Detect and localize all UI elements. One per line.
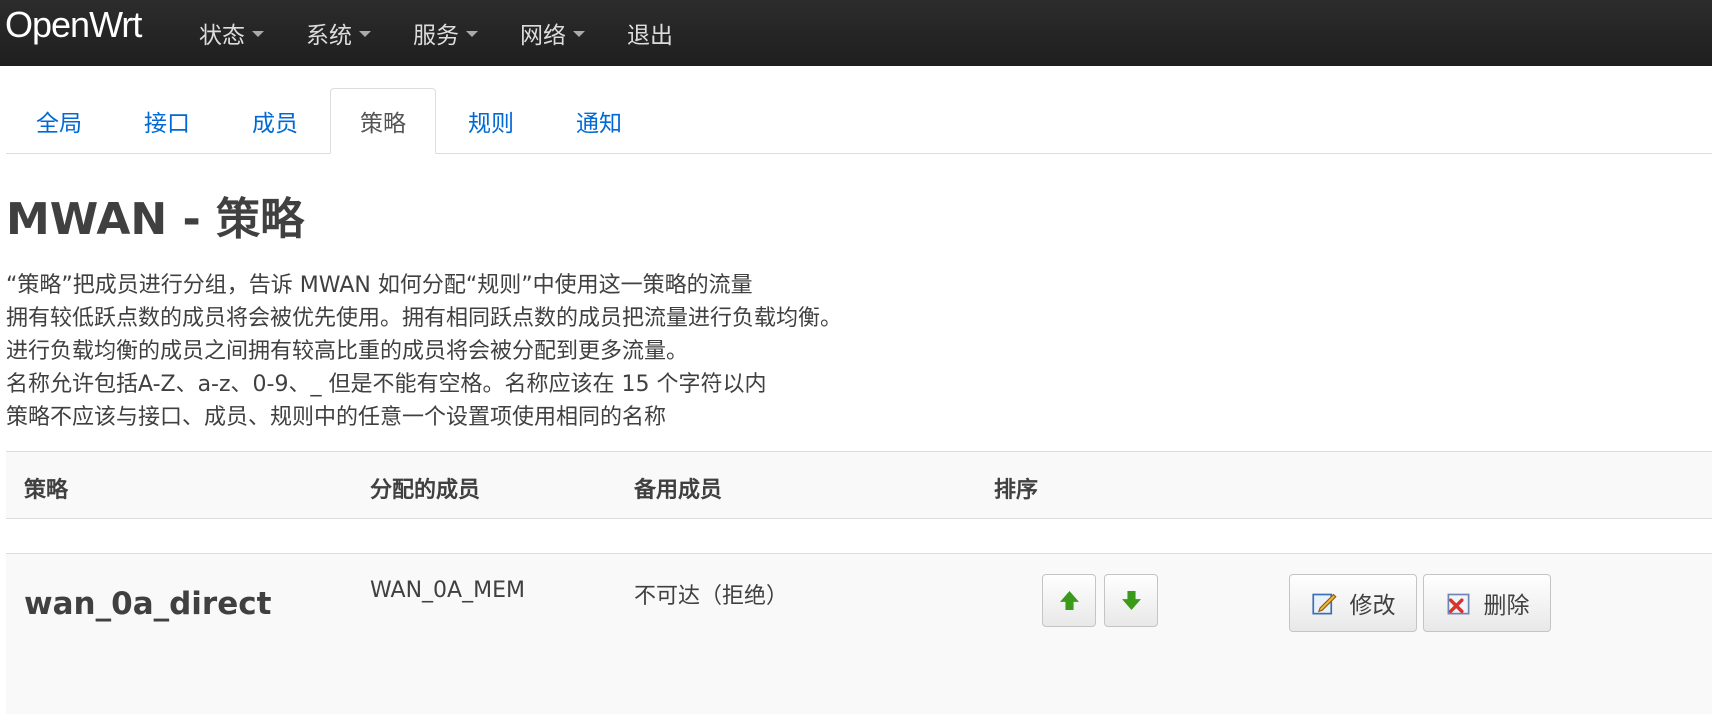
menu-status-label: 状态	[199, 23, 245, 49]
menu-logout-label: 退出	[627, 23, 673, 49]
description-line: 拥有较低跃点数的成员将会被优先使用。拥有相同跃点数的成员把流量进行负载均衡。	[6, 306, 843, 331]
caret-down-icon	[359, 31, 371, 37]
edit-button[interactable]: 修改	[1289, 574, 1417, 632]
fallback-members: 不可达（拒绝）	[634, 584, 789, 609]
mwan-tabs: 全局 接口 成员 策略 规则 通知	[6, 88, 1712, 154]
menu-network[interactable]: 网络	[520, 16, 585, 50]
move-up-button[interactable]	[1042, 574, 1096, 627]
main-menu: 状态 系统 服务 网络 退出	[199, 0, 715, 66]
assigned-members: WAN_0A_MEM	[370, 578, 525, 603]
menu-network-label: 网络	[520, 23, 566, 49]
policy-name: wan_0a_direct	[24, 586, 272, 622]
tab-interfaces[interactable]: 接口	[114, 89, 220, 153]
menu-services[interactable]: 服务	[413, 16, 478, 50]
description-line: 名称允许包括A-Z、a-z、0-9、_ 但是不能有空格。名称应该在 15 个字符…	[6, 372, 767, 397]
edit-icon	[1311, 593, 1337, 614]
caret-down-icon	[466, 31, 478, 37]
edit-button-label: 修改	[1349, 593, 1396, 619]
column-header-assigned-members: 分配的成员	[370, 478, 481, 503]
column-header-policy: 策略	[24, 478, 69, 503]
brand-logo[interactable]: OpenWrt	[5, 4, 142, 46]
move-down-button[interactable]	[1104, 574, 1158, 627]
menu-system-label: 系统	[306, 23, 352, 49]
policy-table-header: 策略 分配的成员 备用成员 排序	[6, 451, 1712, 519]
arrow-up-icon	[1059, 591, 1079, 610]
tab-policies[interactable]: 策略	[330, 88, 436, 154]
page-title: MWAN - 策略	[6, 194, 305, 245]
tab-notifications[interactable]: 通知	[546, 89, 652, 153]
menu-status[interactable]: 状态	[199, 16, 264, 50]
tab-rules[interactable]: 规则	[438, 89, 544, 153]
menu-logout[interactable]: 退出	[627, 16, 673, 50]
delete-icon	[1447, 593, 1469, 614]
delete-button-label: 删除	[1483, 593, 1530, 619]
description-line: 进行负载均衡的成员之间拥有较高比重的成员将会被分配到更多流量。	[6, 339, 689, 364]
page-description: “策略”把成员进行分组，告诉 MWAN 如何分配“规则”中使用这一策略的流量 拥…	[6, 269, 842, 434]
column-header-sort: 排序	[994, 478, 1039, 503]
top-navbar: OpenWrt 状态 系统 服务 网络 退出	[0, 0, 1712, 66]
menu-system[interactable]: 系统	[306, 16, 371, 50]
description-line: 策略不应该与接口、成员、规则中的任意一个设置项使用相同的名称	[6, 405, 667, 430]
table-row: wan_0a_direct WAN_0A_MEM 不可达（拒绝） 修改 删除	[6, 553, 1712, 714]
tab-global[interactable]: 全局	[6, 89, 112, 153]
tab-members[interactable]: 成员	[222, 89, 328, 153]
delete-button[interactable]: 删除	[1423, 574, 1551, 632]
caret-down-icon	[573, 31, 585, 37]
description-line: “策略”把成员进行分组，告诉 MWAN 如何分配“规则”中使用这一策略的流量	[6, 273, 753, 298]
menu-services-label: 服务	[413, 23, 459, 49]
arrow-down-icon	[1121, 591, 1141, 610]
column-header-fallback-members: 备用成员	[634, 478, 723, 503]
caret-down-icon	[252, 31, 264, 37]
